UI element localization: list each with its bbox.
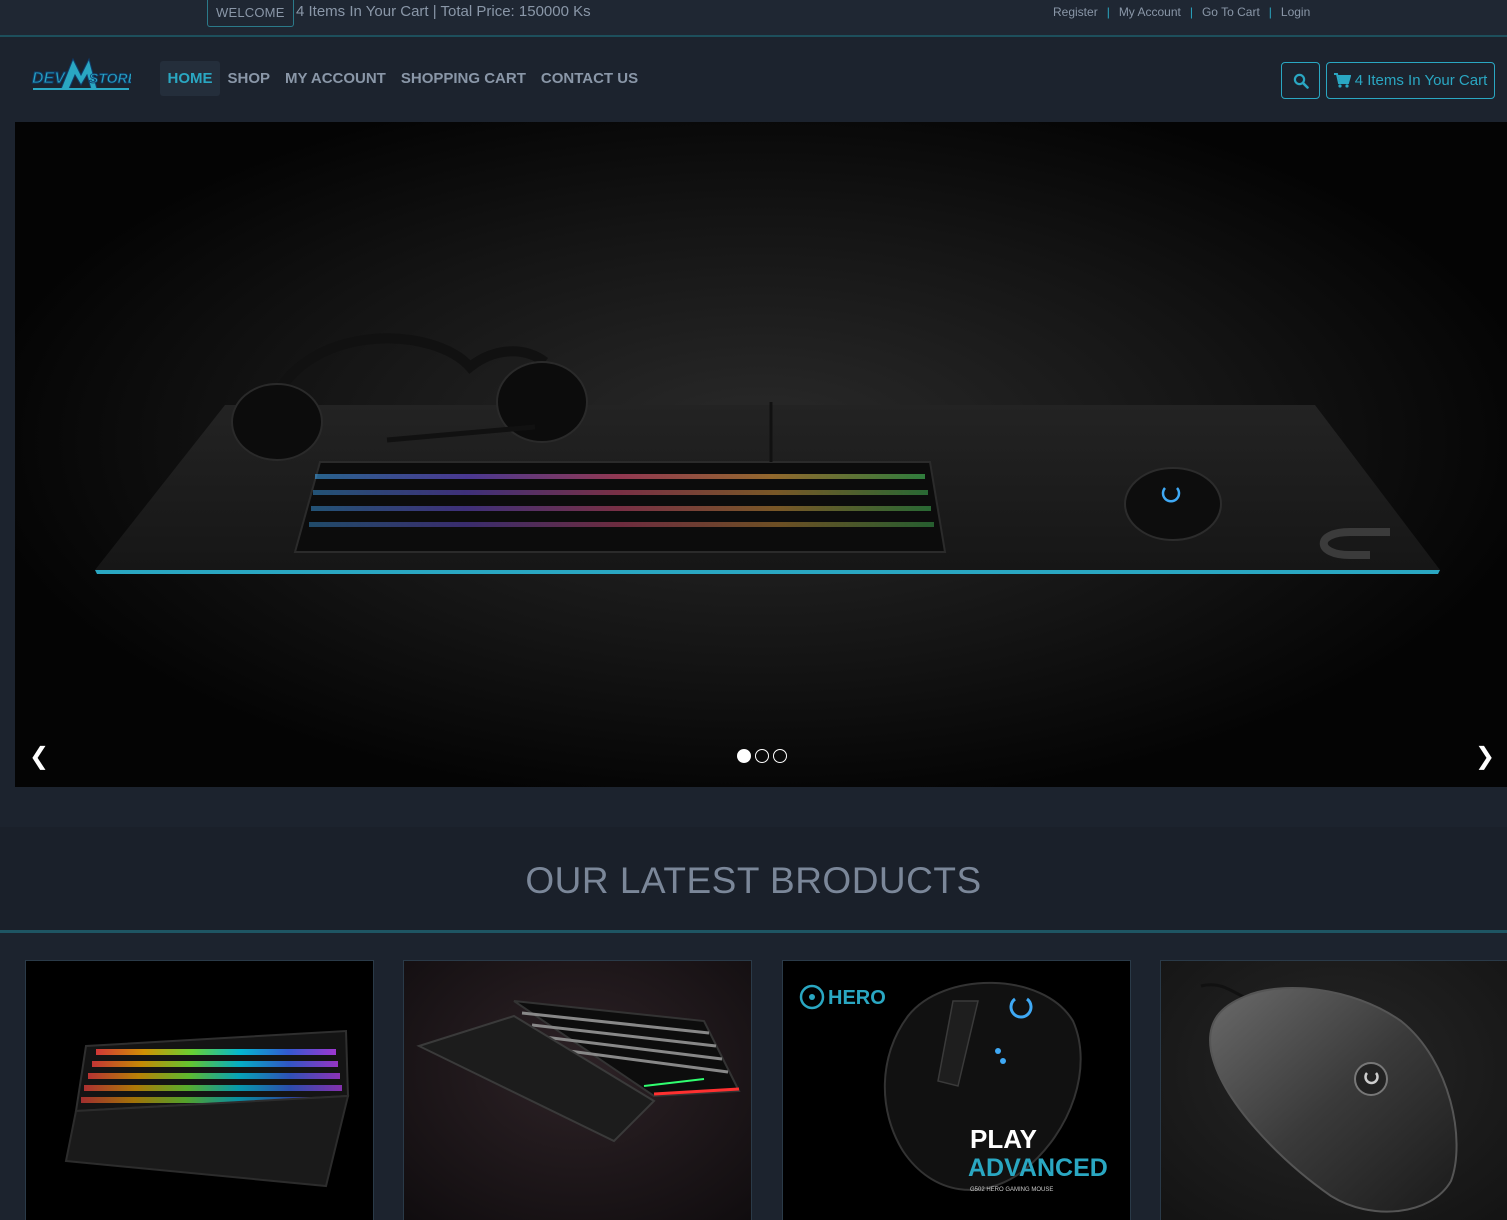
login-link[interactable]: Login	[1281, 5, 1310, 19]
store-logo[interactable]: DEV STORE	[31, 55, 138, 93]
product-card[interactable]: HERO PLAY ADVANCED G502 HERO GAMING MOUS…	[782, 960, 1131, 1220]
register-link[interactable]: Register	[1053, 5, 1098, 19]
nav-my-account[interactable]: MY ACCOUNT	[278, 61, 394, 96]
hero-badge-text: HERO	[828, 987, 886, 1009]
carousel-next-arrow[interactable]: ❯	[1473, 740, 1497, 774]
product-image-grey-mouse	[1161, 961, 1507, 1220]
products-row: HERO PLAY ADVANCED G502 HERO GAMING MOUS…	[0, 933, 1507, 1220]
product-image-rgb-keyboard	[26, 961, 373, 1220]
product-card[interactable]	[25, 960, 374, 1220]
cart-summary-text: 4 Items In Your Cart | Total Price: 1500…	[296, 3, 591, 20]
nav-shop[interactable]: SHOP	[220, 61, 278, 96]
main-header: DEV STORE HOME SHOP MY ACCOUNT SHOPPING …	[0, 39, 1507, 122]
cart-button[interactable]: 4 Items In Your Cart	[1326, 62, 1495, 99]
link-separator: |	[1106, 5, 1110, 19]
carousel-prev-arrow[interactable]: ❮	[27, 740, 51, 774]
nav-home[interactable]: HOME	[160, 61, 220, 96]
hero-slide-image	[95, 333, 1440, 574]
carousel-indicators	[737, 749, 787, 763]
go-to-cart-link[interactable]: Go To Cart	[1202, 5, 1260, 19]
link-separator: |	[1189, 5, 1193, 19]
link-separator: |	[1268, 5, 1272, 19]
section-title: OUR LATEST BRODUCTS	[525, 860, 982, 901]
nav-shopping-cart[interactable]: SHOPPING CART	[393, 61, 533, 96]
shopping-cart-icon	[1333, 73, 1351, 88]
hero-caption-line2: ADVANCED	[968, 1154, 1108, 1182]
product-image-mechanical-keyboard	[404, 961, 751, 1220]
carousel-dot-3[interactable]	[773, 749, 787, 763]
svg-text:DEV: DEV	[32, 70, 66, 87]
carousel-dot-2[interactable]	[755, 749, 769, 763]
nav-contact-us[interactable]: CONTACT US	[533, 61, 645, 96]
hero-carousel: ❮ ❯	[15, 122, 1507, 787]
product-image-hero-mouse: HERO PLAY ADVANCED G502 HERO GAMING MOUS…	[783, 961, 1130, 1220]
hero-caption-small: G502 HERO GAMING MOUSE	[970, 1187, 1053, 1193]
product-card[interactable]	[1160, 960, 1507, 1220]
search-icon	[1293, 73, 1309, 89]
product-card[interactable]	[403, 960, 752, 1220]
main-nav: HOME SHOP MY ACCOUNT SHOPPING CART CONTA…	[160, 61, 646, 96]
carousel-dot-1[interactable]	[737, 749, 751, 763]
latest-products-header: OUR LATEST BRODUCTS	[0, 827, 1507, 932]
search-button[interactable]	[1281, 62, 1320, 99]
top-info-bar: WELCOME 4 Items In Your Cart | Total Pri…	[0, 0, 1507, 37]
svg-text:STORE: STORE	[89, 70, 131, 86]
top-links: Register | My Account | Go To Cart | Log…	[1053, 5, 1310, 19]
welcome-badge: WELCOME	[207, 0, 294, 27]
my-account-link[interactable]: My Account	[1119, 5, 1181, 19]
hero-caption-line1: PLAY	[970, 1124, 1037, 1154]
cart-button-label: 4 Items In Your Cart	[1354, 72, 1488, 89]
